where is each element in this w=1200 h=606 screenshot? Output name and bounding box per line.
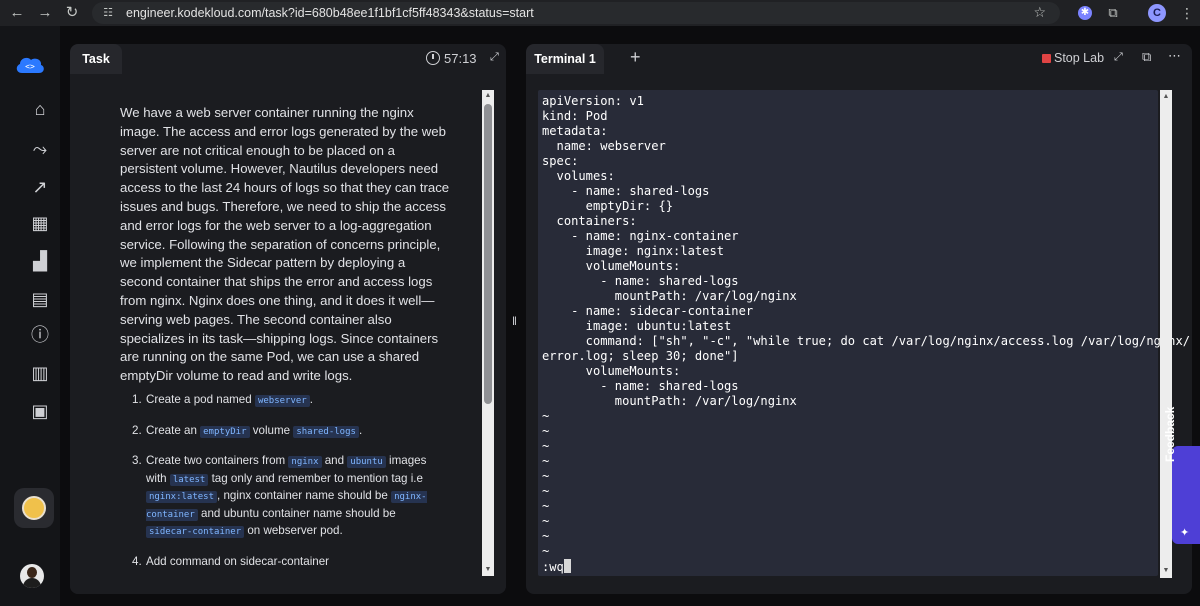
scroll-down-icon[interactable]: ▼ (484, 566, 492, 574)
more-options-icon[interactable]: ⋯ (1168, 48, 1182, 64)
home-icon[interactable]: ⌂ (28, 98, 52, 120)
extensions-puzzle-icon[interactable]: ⧉ (1104, 4, 1122, 22)
terminal-output: apiVersion: v1 kind: Pod metadata: name:… (542, 94, 1191, 574)
expand-icon[interactable]: ⤢ (490, 51, 499, 64)
open-external-icon[interactable]: ⧉ (1142, 49, 1151, 65)
chat-icon[interactable]: ▣ (28, 400, 52, 422)
task-body: We have a web server container running t… (70, 74, 506, 594)
task-steps: 1. Create a pod named webserver. 2. Create… (132, 392, 436, 583)
address-bar[interactable]: ☷ engineer.kodekloud.com/task?id=680b48e… (92, 2, 1060, 24)
list-item: 1. Create a pod named webserver. (132, 393, 313, 407)
add-terminal-icon[interactable]: + (630, 47, 641, 68)
info-icon[interactable]: ⓘ (28, 324, 52, 346)
feedback-label[interactable]: Feedback (1163, 392, 1177, 462)
url-text: engineer.kodekloud.com/task?id=680b48ee1… (126, 6, 534, 20)
left-sidebar: <> ⌂ ⤳ ↗ ▦ ▟ ▤ ⓘ ▥ ▣ (0, 26, 60, 606)
task-description: We have a web server container running t… (120, 105, 450, 384)
chart-icon[interactable]: ↗ (28, 176, 52, 198)
stop-icon[interactable] (1042, 54, 1051, 63)
panel-splitter[interactable]: ‖ (512, 314, 517, 328)
reload-icon[interactable]: ↻ (63, 4, 81, 22)
extension-icon[interactable]: ✱ (1078, 6, 1092, 20)
message-icon[interactable]: ▤ (28, 288, 52, 310)
clapper-icon[interactable]: ▦ (28, 212, 52, 234)
browser-menu-icon[interactable]: ⋮ (1180, 4, 1194, 22)
site-info-icon[interactable]: ☷ (100, 5, 116, 21)
expand-icon[interactable]: ⤢ (1114, 51, 1123, 64)
terminal-screen[interactable]: apiVersion: v1 kind: Pod metadata: name:… (538, 90, 1190, 576)
timer-icon (426, 51, 440, 65)
route-icon[interactable]: ⤳ (28, 138, 52, 160)
kodekloud-logo-icon[interactable]: <> (14, 54, 46, 76)
list-item: 4. Add command on sidecar-container (132, 554, 330, 568)
stop-lab-button[interactable]: Stop Lab (1054, 51, 1104, 65)
app-root: <> ⌂ ⤳ ↗ ▦ ▟ ▤ ⓘ ▥ ▣ Task 57:13 ⤢ We hav… (0, 26, 1200, 606)
forward-arrow-icon[interactable]: → (36, 4, 54, 22)
scroll-down-icon[interactable]: ▼ (1162, 566, 1170, 576)
profile-avatar[interactable]: C (1148, 4, 1166, 22)
task-header: Task 57:13 ⤢ (70, 44, 506, 74)
user-avatar[interactable] (20, 564, 44, 588)
scroll-up-icon[interactable]: ▲ (1162, 92, 1170, 102)
terminal-panel: Terminal 1 + Stop Lab ⤢ ⧉ ⋯ apiVersion: … (526, 44, 1192, 594)
user-avatar-badge[interactable] (14, 488, 54, 528)
list-item: 3. Create two containers from nginx and u… (132, 454, 427, 538)
svg-text:<>: <> (25, 62, 35, 71)
list-item: 2. Create an emptyDir volume shared-logs. (132, 423, 363, 438)
bookmark-star-icon[interactable]: ☆ (1033, 4, 1046, 21)
terminal-cursor (563, 559, 571, 573)
terminal-scrollbar[interactable] (1160, 90, 1172, 578)
sparkle-icon: ✦ (1180, 527, 1190, 539)
task-panel: Task 57:13 ⤢ We have a web server contai… (70, 44, 506, 594)
back-arrow-icon[interactable]: ← (8, 4, 26, 22)
task-scroll-thumb[interactable] (484, 104, 492, 404)
tab-task[interactable]: Task (70, 44, 122, 74)
podium-icon[interactable]: ▟ (28, 250, 52, 272)
scroll-up-icon[interactable]: ▲ (484, 92, 492, 100)
browser-toolbar: ← → ↻ ☷ engineer.kodekloud.com/task?id=6… (0, 0, 1200, 26)
book-icon[interactable]: ▥ (28, 362, 52, 384)
timer: 57:13 (444, 51, 477, 66)
tab-terminal-1[interactable]: Terminal 1 (526, 44, 604, 74)
